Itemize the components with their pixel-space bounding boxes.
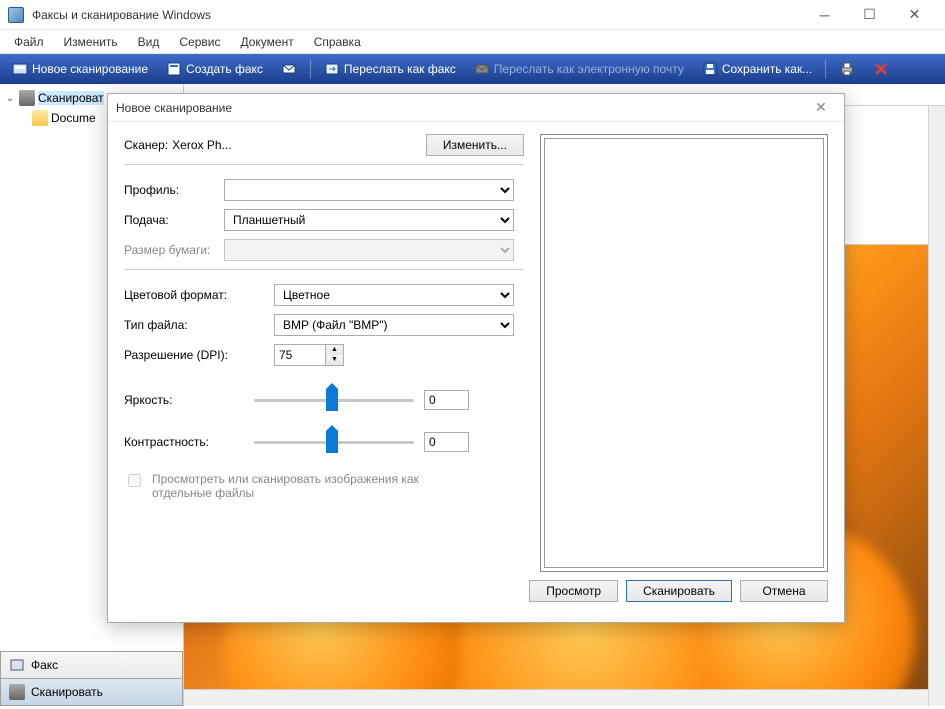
file-type-label: Тип файла: (124, 318, 274, 332)
divider (124, 269, 524, 270)
dpi-down[interactable]: ▼ (326, 355, 343, 365)
contrast-thumb[interactable] (326, 431, 338, 453)
brightness-label: Яркость: (124, 393, 254, 407)
tb-new-scan[interactable]: Новое сканирование (4, 58, 156, 80)
tb-delete[interactable] (865, 58, 897, 80)
menu-view[interactable]: Вид (128, 32, 170, 52)
color-format-label: Цветовой формат: (124, 288, 274, 302)
scan-preview-canvas (544, 138, 824, 568)
preview-button[interactable]: Просмотр (529, 580, 618, 602)
divider (124, 164, 524, 165)
tb-save-as[interactable]: Сохранить как... (694, 58, 820, 80)
scan-preview-box (540, 134, 828, 572)
color-format-select[interactable]: Цветное (274, 284, 514, 306)
scanner-icon (12, 61, 28, 77)
tb-new-fax-label: Создать факс (186, 62, 263, 76)
brightness-value[interactable] (424, 390, 469, 410)
window-titlebar: Факсы и сканирование Windows ─ ☐ ✕ (0, 0, 945, 30)
forward-fax-icon (324, 61, 340, 77)
tb-reply[interactable] (273, 58, 305, 80)
contrast-slider[interactable] (254, 430, 424, 454)
menu-edit[interactable]: Изменить (54, 32, 128, 52)
window-title: Факсы и сканирование Windows (32, 8, 802, 22)
profile-select[interactable] (224, 179, 514, 201)
toolbar-separator (310, 59, 311, 79)
paper-size-label: Размер бумаги: (124, 243, 224, 257)
side-fax-button[interactable]: Факс (0, 651, 183, 679)
change-scanner-button[interactable]: Изменить... (426, 134, 524, 156)
reply-icon (281, 61, 297, 77)
dialog-titlebar: Новое сканирование ✕ (108, 94, 844, 122)
menu-tools[interactable]: Сервис (169, 32, 230, 52)
tb-forward-fax-label: Переслать как факс (344, 62, 456, 76)
dpi-label: Разрешение (DPI): (124, 348, 274, 362)
folder-icon (32, 110, 48, 126)
toolbar-separator (825, 59, 826, 79)
maximize-button[interactable]: ☐ (847, 1, 892, 29)
brightness-slider[interactable] (254, 388, 424, 412)
minimize-button[interactable]: ─ (802, 1, 847, 29)
tb-new-fax[interactable]: Создать факс (158, 58, 271, 80)
forward-email-icon (474, 61, 490, 77)
vertical-scrollbar[interactable] (928, 106, 945, 706)
tree-root-label: Сканироват (38, 91, 104, 105)
scan-button[interactable]: Сканировать (626, 580, 732, 602)
tb-save-as-label: Сохранить как... (722, 62, 812, 76)
source-label: Подача: (124, 213, 224, 227)
contrast-label: Контрастность: (124, 435, 254, 449)
scanner-label: Сканер: (124, 138, 168, 152)
tb-print[interactable] (831, 58, 863, 80)
brightness-thumb[interactable] (326, 389, 338, 411)
side-scan-label: Сканировать (31, 685, 103, 699)
paper-size-select (224, 239, 514, 261)
dialog-close-button[interactable]: ✕ (806, 98, 836, 118)
dialog-preview-area (540, 134, 828, 572)
dialog-footer: Просмотр Сканировать Отмена (108, 572, 844, 614)
tree-child-label: Docume (51, 111, 96, 125)
close-button[interactable]: ✕ (892, 1, 937, 29)
scanner-folder-icon (19, 90, 35, 106)
side-fax-label: Факс (31, 658, 58, 672)
dpi-up[interactable]: ▲ (326, 345, 343, 355)
delete-icon (873, 61, 889, 77)
side-scan-button[interactable]: Сканировать (0, 678, 183, 706)
separate-files-checkbox (128, 474, 141, 487)
dpi-spinner[interactable]: ▲ ▼ (274, 344, 344, 366)
dialog-title: Новое сканирование (116, 101, 806, 115)
tb-forward-fax[interactable]: Переслать как факс (316, 58, 464, 80)
separate-files-label: Просмотреть или сканировать изображения … (152, 472, 432, 500)
cancel-button[interactable]: Отмена (740, 580, 828, 602)
tb-forward-email: Переслать как электронную почту (466, 58, 692, 80)
print-icon (839, 61, 855, 77)
toolbar: Новое сканирование Создать факс Переслат… (0, 54, 945, 84)
fax-icon (166, 61, 182, 77)
source-select[interactable]: Планшетный (224, 209, 514, 231)
menubar: Файл Изменить Вид Сервис Документ Справк… (0, 30, 945, 54)
horizontal-scrollbar[interactable] (184, 689, 928, 706)
menu-file[interactable]: Файл (4, 32, 54, 52)
menu-help[interactable]: Справка (304, 32, 371, 52)
scanner-small-icon (9, 684, 25, 700)
tb-forward-email-label: Переслать как электронную почту (494, 62, 684, 76)
app-icon (8, 7, 24, 23)
collapse-icon[interactable]: ⌄ (4, 93, 16, 104)
dpi-input[interactable] (275, 345, 325, 365)
profile-label: Профиль: (124, 183, 224, 197)
tb-new-scan-label: Новое сканирование (32, 62, 148, 76)
new-scan-dialog: Новое сканирование ✕ Сканер: Xerox Ph...… (107, 93, 845, 623)
sidebar-buttons: Факс Сканировать (0, 651, 183, 706)
contrast-value[interactable] (424, 432, 469, 452)
file-type-select[interactable]: BMP (Файл "BMP") (274, 314, 514, 336)
save-icon (702, 61, 718, 77)
menu-document[interactable]: Документ (230, 32, 303, 52)
dialog-settings: Сканер: Xerox Ph... Изменить... Профиль:… (124, 134, 524, 572)
fax-small-icon (9, 657, 25, 673)
scanner-value: Xerox Ph... (172, 138, 426, 152)
